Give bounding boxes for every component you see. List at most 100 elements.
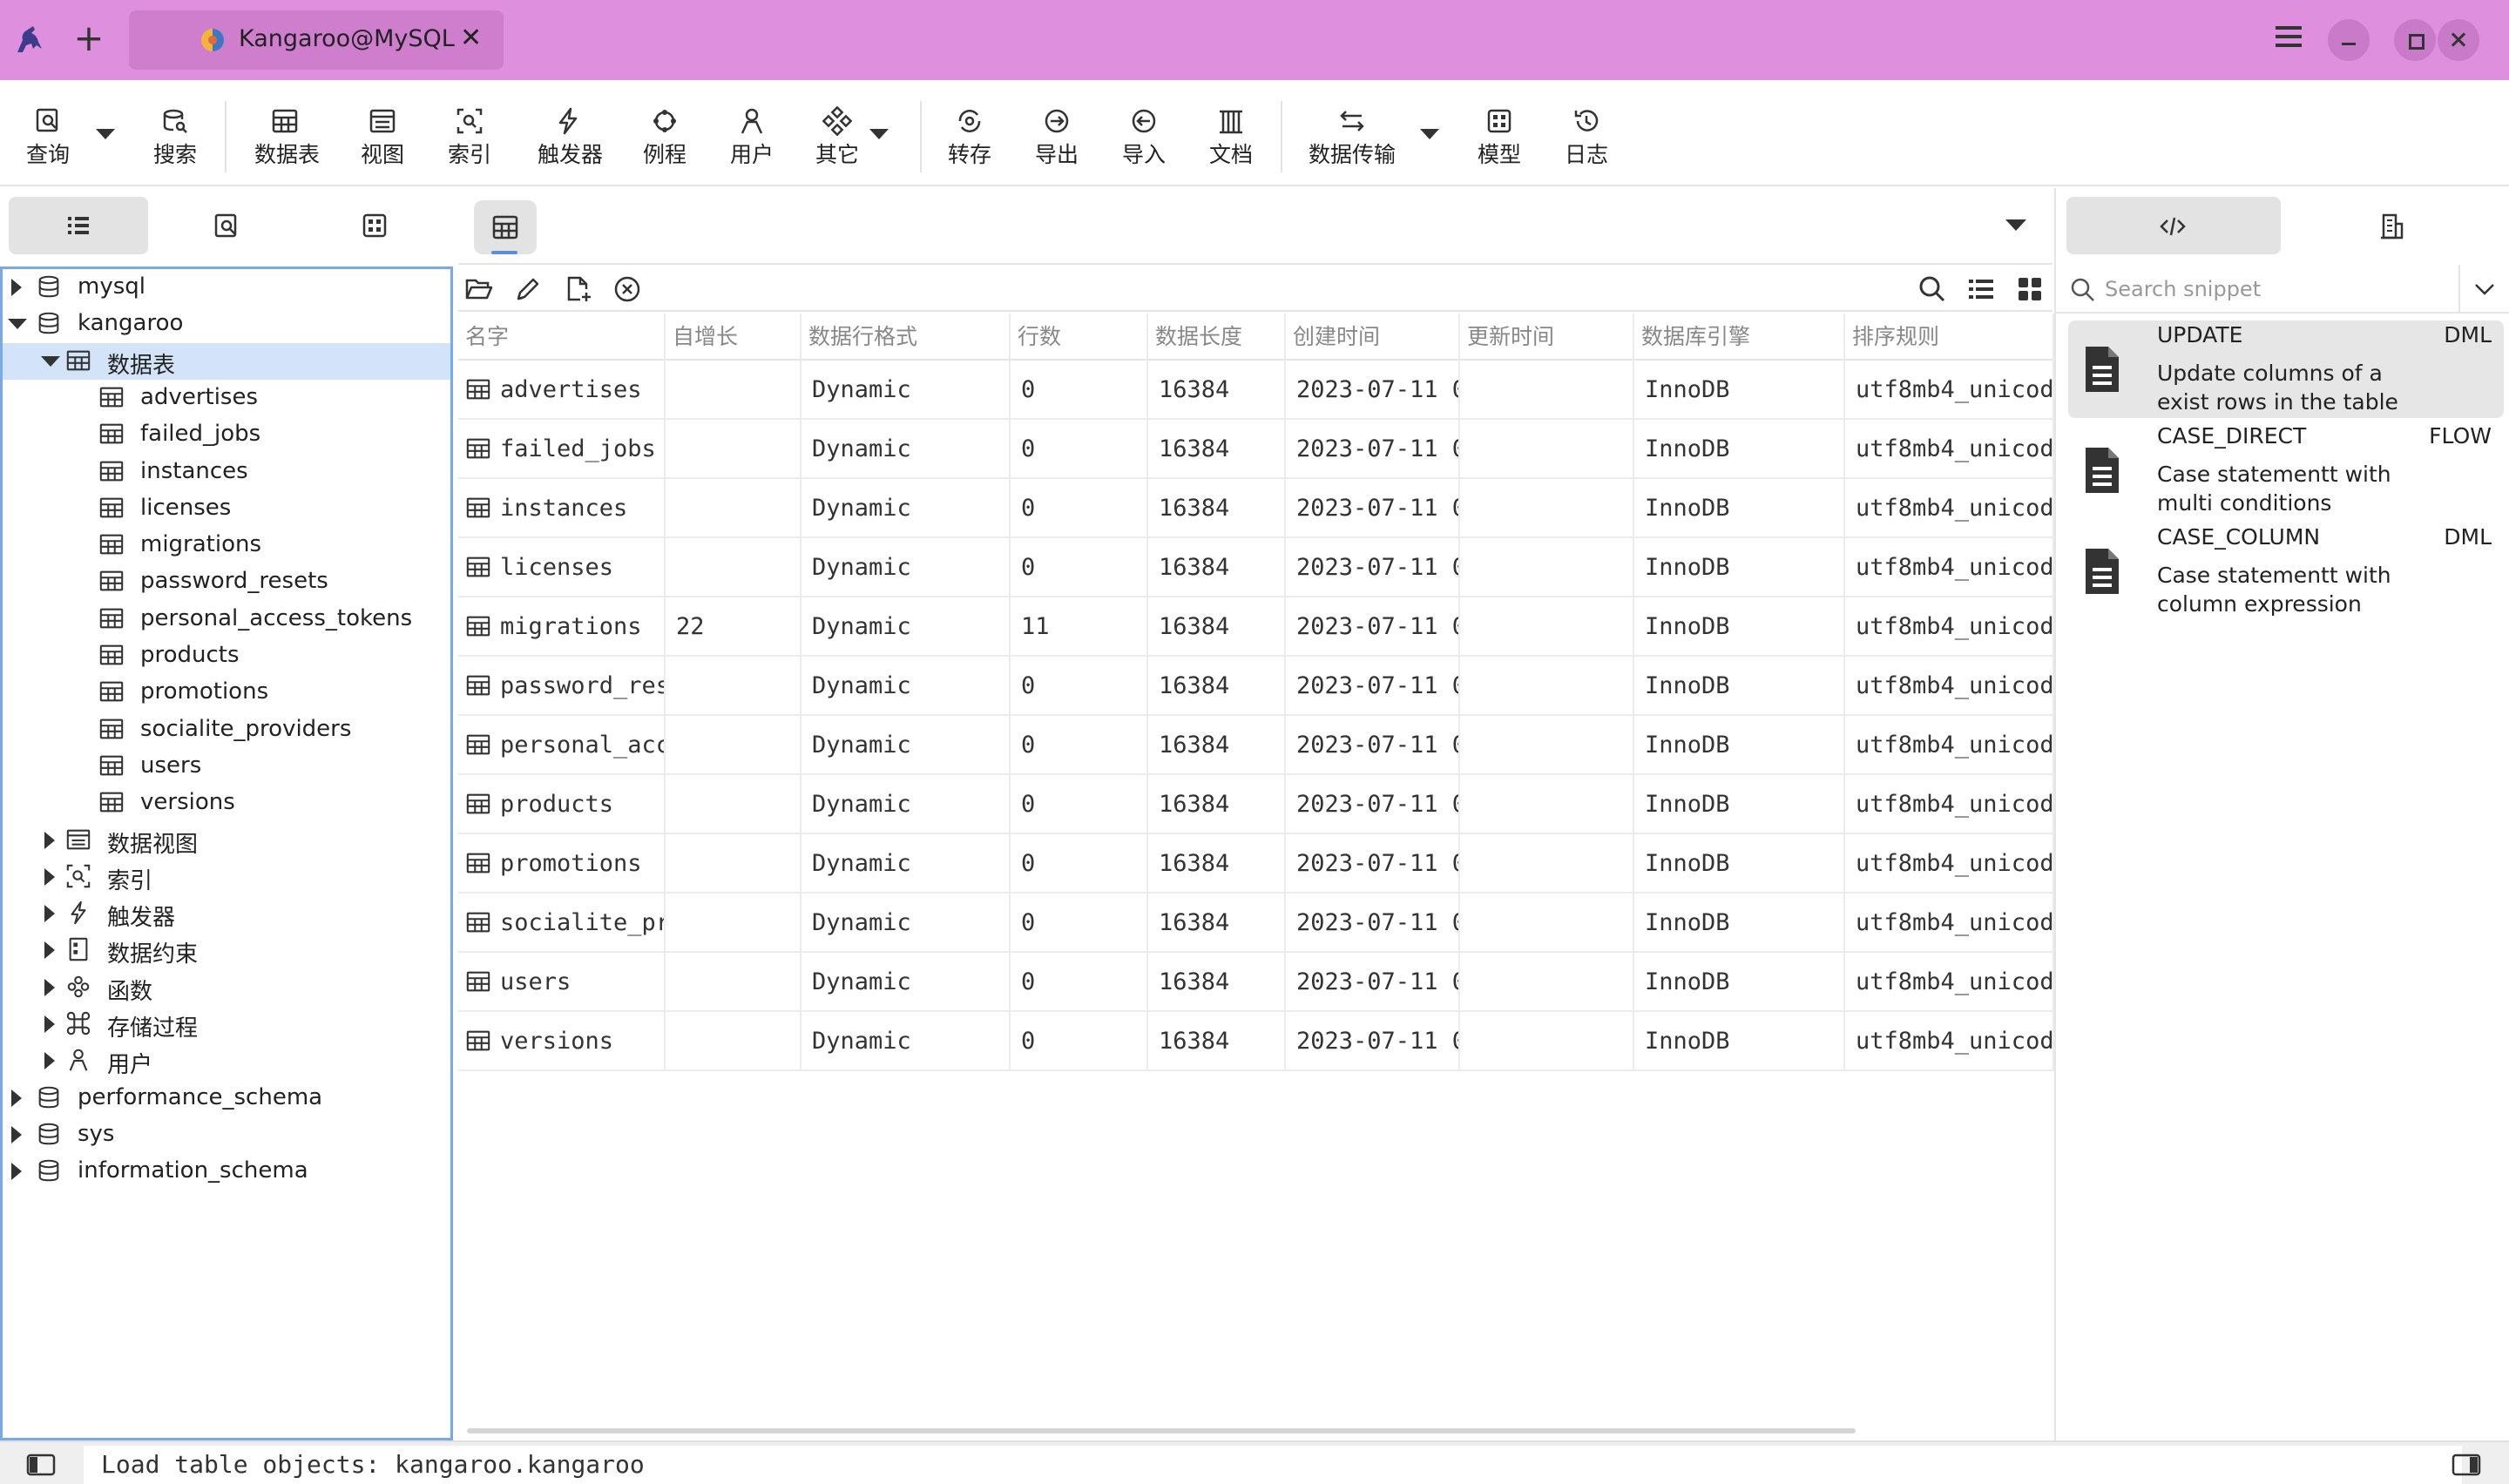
- hamburger-menu-icon[interactable]: [2276, 21, 2307, 56]
- tree-item-database[interactable]: sys: [3, 1116, 450, 1153]
- expand-arrow-icon[interactable]: [11, 1089, 22, 1107]
- expand-arrow-icon[interactable]: [11, 1163, 22, 1181]
- table-row[interactable]: instances Dynamic 0 16384 2023-07-11 0 InnoDB…: [458, 479, 2054, 538]
- column-header[interactable]: 数据长度: [1148, 314, 1286, 361]
- delete-table-button[interactable]: [612, 273, 643, 305]
- kangaroo-logo-icon[interactable]: [12, 23, 45, 56]
- tab-model[interactable]: [305, 197, 444, 254]
- grid-view-button[interactable]: [2014, 273, 2046, 305]
- tree-item-folder[interactable]: 数据视图: [3, 822, 450, 859]
- tree-item-table[interactable]: failed_jobs: [3, 416, 450, 453]
- column-header[interactable]: 更新时间: [1460, 314, 1634, 361]
- query-dropdown-icon[interactable]: [96, 129, 115, 139]
- routines-button[interactable]: 例程: [634, 106, 695, 167]
- import-button[interactable]: 导入: [1113, 106, 1174, 167]
- snippet-item[interactable]: UPDATE DML Update columns of a exist rows …: [2068, 320, 2504, 418]
- open-table-button[interactable]: [463, 273, 495, 305]
- collapse-arrow-icon[interactable]: [41, 355, 60, 367]
- collapse-arrow-icon[interactable]: [8, 319, 27, 330]
- new-tab-button[interactable]: +: [71, 20, 106, 57]
- table-row[interactable]: promotions Dynamic 0 16384 2023-07-11 0 InnoD…: [458, 834, 2054, 894]
- tree-item-database[interactable]: kangaroo: [3, 306, 450, 342]
- minimize-button[interactable]: [2328, 19, 2370, 61]
- design-table-button[interactable]: [512, 273, 544, 305]
- tree-item-table[interactable]: password_resets: [3, 563, 450, 600]
- dump-button[interactable]: 转存: [939, 106, 1000, 167]
- table-row[interactable]: personal_acc Dynamic 0 16384 2023-07-11 0 Inn…: [458, 716, 2054, 775]
- tree-item-folder[interactable]: 索引: [3, 859, 450, 895]
- tree-item-table[interactable]: versions: [3, 785, 450, 821]
- tree-item-folder[interactable]: 存储过程: [3, 1006, 450, 1042]
- search-objects-button[interactable]: [1917, 273, 1948, 305]
- expand-arrow-icon[interactable]: [44, 1015, 55, 1033]
- export-button[interactable]: 导出: [1026, 106, 1087, 167]
- snippet-item[interactable]: CASE_DIRECT FLOW Case statementt with mult…: [2068, 422, 2504, 519]
- document-button[interactable]: 文档: [1200, 106, 1261, 167]
- tab-table-objects[interactable]: [474, 200, 537, 254]
- expand-arrow-icon[interactable]: [11, 1125, 22, 1143]
- users-button[interactable]: 用户: [721, 106, 782, 167]
- column-header[interactable]: 数据库引擎: [1634, 314, 1845, 361]
- tree-item-database[interactable]: performance_schema: [3, 1080, 450, 1116]
- tab-snippets[interactable]: [2066, 197, 2281, 254]
- column-header[interactable]: 行数: [1011, 314, 1148, 361]
- tree-item-table[interactable]: promotions: [3, 674, 450, 711]
- indexes-button[interactable]: 索引: [439, 106, 500, 167]
- tab-query-history[interactable]: [157, 197, 296, 254]
- column-header[interactable]: 数据行格式: [801, 314, 1011, 361]
- column-header[interactable]: 名字: [458, 314, 666, 361]
- table-row[interactable]: users Dynamic 0 16384 2023-07-11 0 InnoDB utf8…: [458, 953, 2054, 1012]
- tab-object-info[interactable]: [2286, 197, 2500, 254]
- tab-close-icon[interactable]: ✕: [460, 23, 482, 53]
- new-table-button[interactable]: [563, 273, 594, 305]
- column-header[interactable]: 排序规则: [1845, 314, 2054, 361]
- table-row[interactable]: failed_jobs Dynamic 0 16384 2023-07-11 0 Inno…: [458, 420, 2054, 479]
- toggle-left-panel-icon[interactable]: [26, 1453, 56, 1477]
- transfer-dropdown-icon[interactable]: [1420, 129, 1439, 139]
- query-button[interactable]: 查询: [17, 106, 78, 167]
- tree-item-folder[interactable]: 数据表: [3, 342, 450, 380]
- connection-tab[interactable]: Kangaroo@MySQL ✕: [129, 10, 504, 70]
- column-header[interactable]: 创建时间: [1286, 314, 1460, 361]
- tree-item-folder[interactable]: 数据约束: [3, 932, 450, 968]
- expand-arrow-icon[interactable]: [11, 279, 22, 296]
- table-row[interactable]: products Dynamic 0 16384 2023-07-11 0 InnoDB u…: [458, 775, 2054, 834]
- snippet-item[interactable]: CASE_COLUMN DML Case statementt with colum…: [2068, 523, 2504, 620]
- tree-item-table[interactable]: advertises: [3, 380, 450, 416]
- tree-item-database[interactable]: mysql: [3, 269, 450, 306]
- log-button[interactable]: 日志: [1556, 106, 1617, 167]
- close-window-button[interactable]: [2438, 19, 2479, 61]
- tree-item-database[interactable]: information_schema: [3, 1153, 450, 1190]
- horizontal-scrollbar[interactable]: [467, 1428, 1856, 1433]
- expand-arrow-icon[interactable]: [44, 831, 55, 849]
- triggers-button[interactable]: 触发器: [538, 106, 603, 167]
- expand-arrow-icon[interactable]: [44, 867, 55, 886]
- table-row[interactable]: advertises Dynamic 0 16384 2023-07-11 0 InnoD…: [458, 361, 2054, 420]
- table-row[interactable]: licenses Dynamic 0 16384 2023-07-11 0 InnoDB u…: [458, 538, 2054, 597]
- object-tree[interactable]: mysql kangaroo 数据表 advertises failed_jobs ins…: [0, 266, 453, 1440]
- views-button[interactable]: 视图: [352, 106, 413, 167]
- tree-item-table[interactable]: licenses: [3, 490, 450, 527]
- tab-list-dropdown-icon[interactable]: [2005, 219, 2026, 231]
- tree-item-table[interactable]: products: [3, 637, 450, 674]
- table-row[interactable]: versions Dynamic 0 16384 2023-07-11 0 InnoDB u…: [458, 1012, 2054, 1071]
- other-dropdown-icon[interactable]: [869, 129, 889, 139]
- table-row[interactable]: migrations 22 Dynamic 11 16384 2023-07-11 0 In…: [458, 597, 2054, 657]
- tree-item-folder[interactable]: 函数: [3, 969, 450, 1006]
- tables-button[interactable]: 数据表: [254, 106, 320, 167]
- chevron-down-icon[interactable]: [2472, 277, 2497, 301]
- table-row[interactable]: password_res Dynamic 0 16384 2023-07-11 0 Inn…: [458, 657, 2054, 716]
- snippet-search-input[interactable]: [2105, 272, 2418, 307]
- expand-arrow-icon[interactable]: [44, 941, 55, 960]
- tree-item-table[interactable]: personal_access_tokens: [3, 601, 450, 637]
- list-view-button[interactable]: [1965, 273, 1997, 305]
- tree-item-table[interactable]: migrations: [3, 527, 450, 563]
- other-button[interactable]: 其它: [807, 106, 868, 167]
- expand-arrow-icon[interactable]: [44, 1052, 55, 1070]
- column-header[interactable]: 自增长: [666, 314, 801, 361]
- expand-arrow-icon[interactable]: [44, 978, 55, 996]
- model-button[interactable]: 模型: [1469, 106, 1530, 167]
- data-transfer-button[interactable]: 数据传输: [1309, 106, 1396, 167]
- table-row[interactable]: socialite_pr Dynamic 0 16384 2023-07-11 0 Inn…: [458, 894, 2054, 953]
- tree-item-folder[interactable]: 触发器: [3, 895, 450, 932]
